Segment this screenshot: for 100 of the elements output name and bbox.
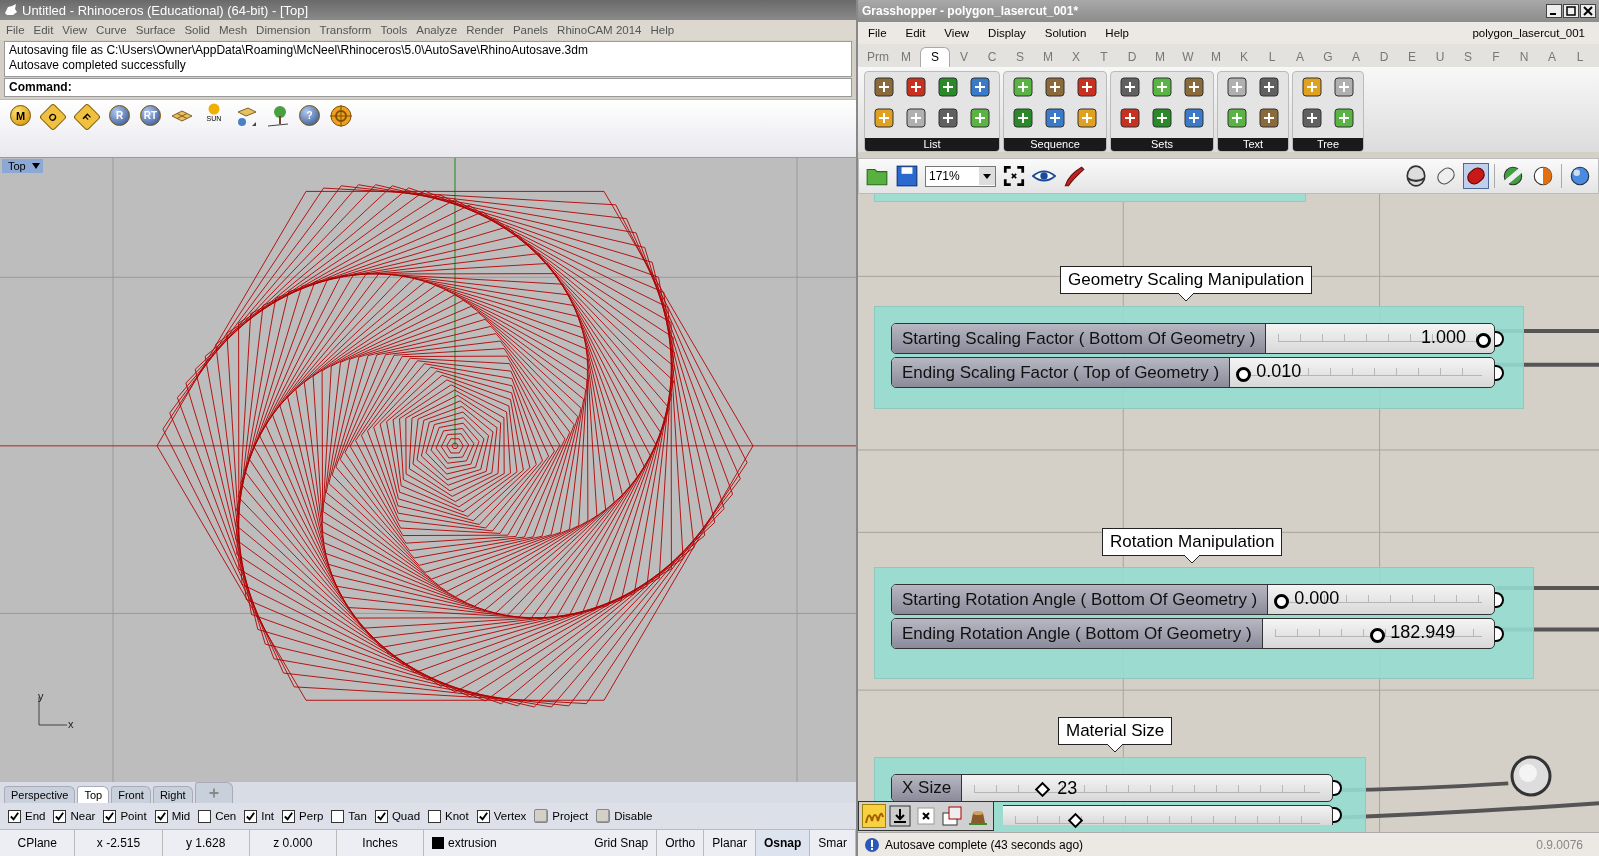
- checkbox[interactable]: [374, 809, 388, 823]
- number-slider[interactable]: Starting Rotation Angle ( Bottom Of Geometry ) 0.000: [891, 584, 1495, 615]
- checkbox[interactable]: [331, 809, 345, 823]
- component-icon[interactable]: [937, 107, 959, 129]
- menu-item[interactable]: View: [60, 24, 95, 36]
- number-slider[interactable]: Starting Scaling Factor ( Bottom Of Geometry ) 1.000: [891, 323, 1495, 354]
- panel-footer[interactable]: Text: [1218, 138, 1288, 151]
- menu-item[interactable]: Help: [1105, 27, 1129, 39]
- component-tab[interactable]: T: [1090, 50, 1118, 67]
- preview-off-icon[interactable]: [1404, 164, 1428, 188]
- component-tab[interactable]: D: [1370, 50, 1398, 67]
- slider-handle[interactable]: [1274, 594, 1290, 609]
- component-icon[interactable]: [937, 76, 959, 98]
- pen-icon[interactable]: [1062, 164, 1086, 188]
- checkbox[interactable]: [53, 809, 67, 823]
- minimize-icon[interactable]: [1546, 4, 1562, 18]
- output-grip[interactable]: [1332, 780, 1342, 796]
- menu-item[interactable]: Analyze: [414, 24, 465, 36]
- component-tab[interactable]: A: [1342, 50, 1370, 67]
- shaded-preview-icon[interactable]: [1464, 164, 1488, 188]
- slider-handle[interactable]: [1370, 628, 1386, 643]
- component-icon[interactable]: [905, 107, 927, 129]
- component-tab[interactable]: V: [950, 50, 978, 67]
- component-icon[interactable]: [1183, 107, 1205, 129]
- component-icon[interactable]: [969, 76, 991, 98]
- save-icon[interactable]: [895, 164, 919, 188]
- checkbox[interactable]: [154, 809, 168, 823]
- panel-footer[interactable]: Sets: [1111, 138, 1213, 151]
- component-icon[interactable]: [1151, 107, 1173, 129]
- menu-item[interactable]: File: [4, 24, 32, 36]
- component-tab[interactable]: N: [1510, 50, 1538, 67]
- slider-handle[interactable]: [1236, 367, 1252, 382]
- menu-item[interactable]: Surface: [133, 24, 183, 36]
- menu-item[interactable]: Edit: [905, 27, 926, 39]
- component-icon[interactable]: [969, 107, 991, 129]
- menu-item[interactable]: Mesh: [217, 24, 255, 36]
- zoom-dropdown[interactable]: 171%: [925, 165, 996, 187]
- component-icon[interactable]: [1119, 107, 1141, 129]
- menu-item[interactable]: File: [868, 27, 887, 39]
- component-tab[interactable]: S: [1006, 50, 1034, 67]
- toolbar-button[interactable]: M: [10, 105, 31, 126]
- output-grip[interactable]: [1332, 807, 1342, 823]
- component-icon[interactable]: [1076, 76, 1098, 98]
- menu-item[interactable]: Solid: [182, 24, 217, 36]
- component-tab[interactable]: L: [1258, 50, 1286, 67]
- panel-footer[interactable]: List: [865, 138, 999, 151]
- half-sphere-icon[interactable]: [1531, 164, 1555, 188]
- component-icon[interactable]: [1044, 76, 1066, 98]
- component-icon[interactable]: [873, 107, 895, 129]
- component-icon[interactable]: [1012, 76, 1034, 98]
- number-slider[interactable]: X Size 23: [891, 774, 1333, 802]
- component-icon[interactable]: [1301, 107, 1323, 129]
- menu-item[interactable]: Curve: [94, 24, 134, 36]
- component-icon[interactable]: [1044, 107, 1066, 129]
- component-tab[interactable]: W: [1174, 50, 1202, 67]
- menu-item[interactable]: RhinoCAM 2014: [555, 24, 649, 36]
- checkbox[interactable]: [244, 809, 258, 823]
- output-grip[interactable]: [1494, 364, 1504, 381]
- maximize-icon[interactable]: [1563, 4, 1579, 18]
- component-icon[interactable]: [1226, 76, 1248, 98]
- checkbox[interactable]: [103, 809, 117, 823]
- viewport-tab[interactable]: Top: [77, 786, 110, 803]
- component-icon[interactable]: [1183, 76, 1205, 98]
- component-tab[interactable]: C: [978, 50, 1006, 67]
- component-tab[interactable]: E: [1398, 50, 1426, 67]
- component-tab[interactable]: G: [1314, 50, 1342, 67]
- status-toggle[interactable]: Osnap: [756, 830, 811, 856]
- component-tab[interactable]: A: [1538, 50, 1566, 67]
- layer-name[interactable]: extrusion: [448, 836, 497, 850]
- slider-handle[interactable]: [1476, 333, 1491, 348]
- checkbox[interactable]: [8, 809, 21, 823]
- sphere-icon[interactable]: [1568, 164, 1592, 188]
- component-tab[interactable]: M: [1202, 50, 1230, 67]
- toggle-button[interactable]: [596, 809, 611, 823]
- viewport-tab[interactable]: Front: [111, 786, 151, 803]
- checkbox[interactable]: [198, 809, 212, 823]
- viewport-tab[interactable]: Perspective: [4, 786, 76, 803]
- component-icon[interactable]: [1076, 107, 1098, 129]
- component-tab[interactable]: A: [1286, 50, 1314, 67]
- component-icon[interactable]: [1333, 107, 1355, 129]
- menu-item[interactable]: Panels: [510, 24, 556, 36]
- menu-item[interactable]: Render: [464, 24, 511, 36]
- close-icon[interactable]: [1580, 4, 1596, 18]
- component-icon[interactable]: [1119, 76, 1141, 98]
- checkbox[interactable]: [282, 809, 296, 823]
- component-tab[interactable]: M: [1034, 50, 1062, 67]
- menu-item[interactable]: View: [944, 27, 970, 39]
- component-tab[interactable]: U: [1426, 50, 1454, 67]
- panel-footer[interactable]: Sequence: [1004, 138, 1106, 151]
- status-toggle[interactable]: Grid Snap: [586, 830, 658, 856]
- menu-item[interactable]: Dimension: [254, 24, 318, 36]
- menu-item[interactable]: Edit: [31, 24, 61, 36]
- viewport-tab[interactable]: Right: [152, 786, 193, 803]
- component-icon[interactable]: [1012, 107, 1034, 129]
- status-toggle[interactable]: Ortho: [657, 830, 705, 856]
- component-icon[interactable]: [1226, 107, 1248, 129]
- component-icon[interactable]: [1151, 76, 1173, 98]
- component-tab[interactable]: Prm: [864, 50, 892, 67]
- number-slider[interactable]: Ending Rotation Angle ( Bottom Of Geometry ) 182.949: [891, 618, 1495, 649]
- toolbar-button[interactable]: [265, 103, 291, 129]
